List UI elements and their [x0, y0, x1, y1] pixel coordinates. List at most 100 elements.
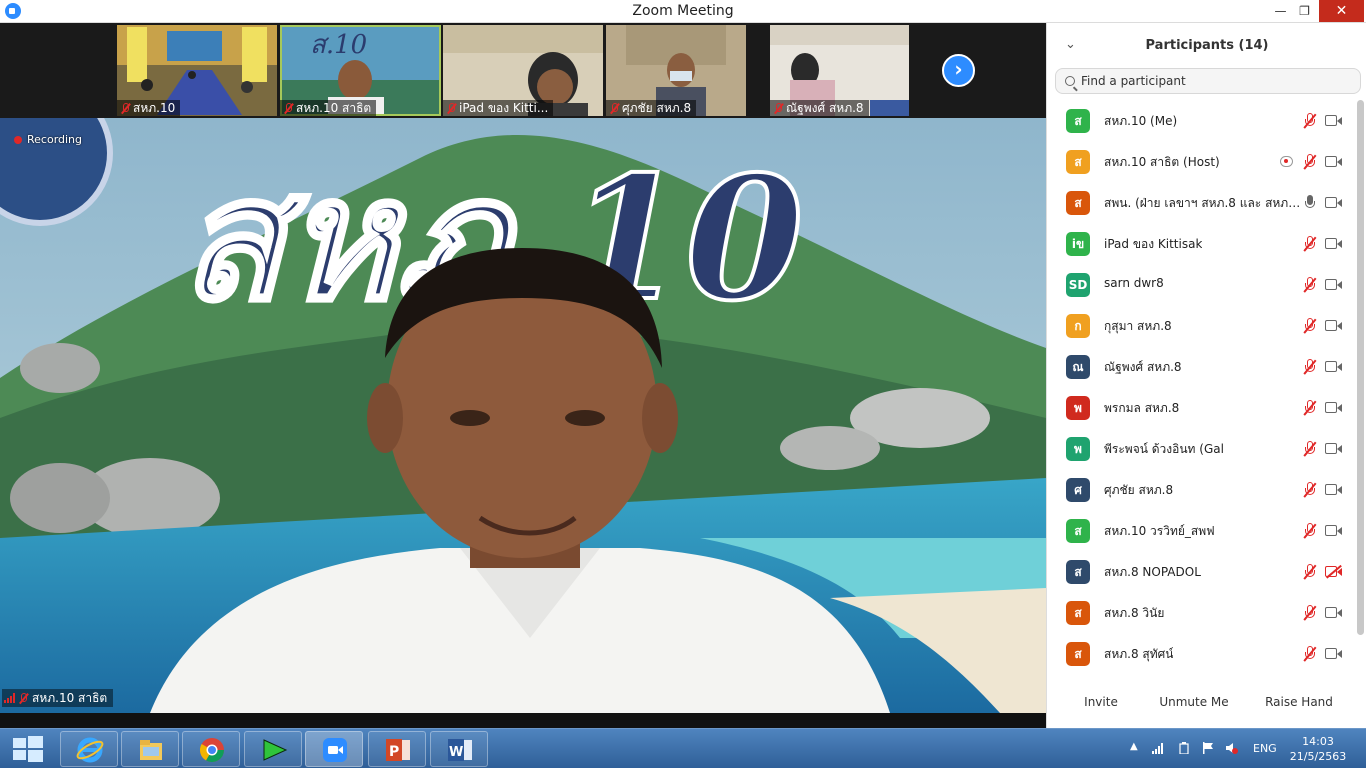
muted-mic-icon — [1303, 318, 1317, 334]
video-camera-icon — [1325, 156, 1343, 167]
taskbar-zoom[interactable] — [305, 731, 363, 767]
participant-avatar: SD — [1066, 273, 1090, 297]
battery-icon[interactable] — [1178, 742, 1190, 754]
thumbnail-name: ณัฐพงศ์ สหภ.8 — [786, 101, 864, 115]
participant-avatar: ส — [1066, 191, 1090, 215]
participant-row[interactable]: SD sarn dwr8 — [1047, 264, 1357, 305]
video-off-icon — [1325, 566, 1343, 577]
svg-text:P: P — [389, 744, 399, 760]
video-camera-icon — [1325, 402, 1343, 413]
taskbar-file-explorer[interactable] — [121, 731, 179, 767]
network-signal-icon[interactable] — [1152, 742, 1164, 754]
video-camera-icon — [1325, 197, 1343, 208]
windows-logo-icon — [13, 736, 43, 762]
participant-row[interactable]: ส สพน. (ฝ่าย เลขาฯ สหภ.8 และ สหภ.10) — [1047, 182, 1357, 223]
participant-row[interactable]: iข iPad ของ Kittisak — [1047, 223, 1357, 264]
participant-name: กุสุมา สหภ.8 — [1104, 319, 1172, 333]
muted-mic-icon — [1303, 113, 1317, 129]
raise-hand-button[interactable]: Raise Hand — [1262, 691, 1336, 713]
muted-mic-icon — [1303, 482, 1317, 498]
video-camera-icon — [1325, 115, 1343, 126]
participant-row[interactable]: ศ ศุภชัย สหภ.8 — [1047, 469, 1357, 510]
input-language[interactable]: ENG — [1253, 742, 1277, 755]
participant-name: พรกมล สหภ.8 — [1104, 401, 1180, 415]
participant-avatar: iข — [1066, 232, 1090, 256]
taskbar-chrome[interactable] — [182, 731, 240, 767]
window-title: Zoom Meeting — [632, 3, 734, 19]
participant-avatar: พ — [1066, 437, 1090, 461]
thumbnail-name: ศุภชัย สหภ.8 — [622, 101, 692, 115]
action-center-flag-icon[interactable] — [1202, 742, 1214, 754]
video-camera-icon — [1325, 320, 1343, 331]
media-player-icon — [263, 739, 288, 761]
participant-row[interactable]: พ พรกมล สหภ.8 — [1047, 387, 1357, 428]
participant-list-scrollbar[interactable] — [1357, 100, 1364, 635]
participant-name: sarn dwr8 — [1104, 276, 1164, 290]
participants-title: Participants (14) — [1145, 38, 1269, 53]
recording-indicator: Recording — [14, 133, 82, 146]
muted-mic-icon — [1303, 236, 1317, 252]
svg-text:ส.10: ส.10 — [310, 30, 367, 60]
thumbnail-name: iPad ของ Kitti... — [459, 101, 549, 115]
taskbar-internet-explorer[interactable] — [60, 731, 118, 767]
muted-mic-icon — [1303, 646, 1317, 662]
video-camera-icon — [1325, 484, 1343, 495]
participant-row[interactable]: ส สหภ.8 NOPADOL — [1047, 551, 1357, 592]
unmute-me-button[interactable]: Unmute Me — [1155, 691, 1233, 713]
participant-row[interactable]: ส สหภ.8 วินัย — [1047, 592, 1357, 633]
participant-avatar: ศ — [1066, 478, 1090, 502]
start-button[interactable] — [6, 733, 50, 765]
muted-mic-icon — [610, 102, 619, 114]
participant-row[interactable]: ส สหภ.8 สุทัศน์ — [1047, 633, 1357, 674]
video-thumbnail[interactable]: ณัฐพงศ์ สหภ.8 — [770, 25, 909, 116]
participant-name: สหภ.8 NOPADOL — [1104, 565, 1201, 579]
taskbar-powerpoint[interactable]: P — [368, 731, 426, 767]
participant-name: พีระพจน์ ด้วงอินท (Gal — [1104, 442, 1224, 456]
video-camera-icon — [1325, 607, 1343, 618]
video-thumbnail-active[interactable]: ส.10 สหภ.10 สาธิต — [280, 25, 441, 116]
panel-header: ⌄ Participants (14) — [1047, 23, 1366, 67]
video-thumbnail[interactable]: ศุภชัย สหภ.8 — [606, 25, 746, 116]
muted-mic-icon — [1303, 605, 1317, 621]
participant-name: สหภ.8 สุทัศน์ — [1104, 647, 1174, 661]
muted-mic-icon — [121, 102, 130, 114]
participant-row[interactable]: ณ ณัฐพงศ์ สหภ.8 — [1047, 346, 1357, 387]
participant-row[interactable]: ก กุสุมา สหภ.8 — [1047, 305, 1357, 346]
participant-avatar: ส — [1066, 601, 1090, 625]
recording-icon — [1280, 156, 1293, 167]
speaker-name: สหภ.10 สาธิต — [32, 690, 108, 705]
participant-search[interactable] — [1055, 68, 1361, 94]
next-page-arrow-icon[interactable]: › — [942, 54, 975, 87]
video-thumbnail[interactable]: สหภ.10 — [117, 25, 277, 116]
participant-row[interactable]: ส สหภ.10 วรวิทย์_สพฟ — [1047, 510, 1357, 551]
mic-icon — [1303, 195, 1317, 211]
taskbar-media-player[interactable] — [244, 731, 302, 767]
participant-avatar: ณ — [1066, 355, 1090, 379]
maximize-button[interactable]: ❐ — [1290, 0, 1319, 22]
close-button[interactable]: ✕ — [1319, 0, 1364, 22]
taskbar-word[interactable]: W — [430, 731, 488, 767]
video-area: สหภ.10 ส.10 สหภ.10 สาธิต iPad ของ Kitti.… — [0, 23, 1046, 728]
show-hidden-icons-icon[interactable]: ▲ — [1130, 741, 1138, 752]
volume-muted-icon[interactable] — [1226, 742, 1238, 754]
system-clock[interactable]: 14:03 21/5/2563 — [1278, 734, 1358, 764]
thumbnail-name: สหภ.10 สาธิต — [296, 101, 372, 115]
video-camera-icon — [1325, 525, 1343, 536]
muted-mic-icon — [1303, 277, 1317, 293]
invite-button[interactable]: Invite — [1077, 691, 1125, 713]
connection-signal-icon — [4, 693, 15, 703]
search-input[interactable] — [1081, 74, 1341, 88]
speaker-video-feed: สหภ.10 — [0, 118, 1046, 713]
participant-avatar: ส — [1066, 150, 1090, 174]
participant-list: สสหภ.10 (Me) สสหภ.10 สาธิต (Host) สสพน. (ฝ… — [1047, 100, 1357, 680]
participant-row[interactable]: ส สหภ.10 สาธิต (Host) — [1047, 141, 1357, 182]
participant-avatar: ส — [1066, 109, 1090, 133]
participant-name: ณัฐพงศ์ สหภ.8 — [1104, 360, 1182, 374]
video-camera-icon — [1325, 238, 1343, 249]
participant-row[interactable]: ส สหภ.10 (Me) — [1047, 100, 1357, 141]
speaker-name-label: สหภ.10 สาธิต — [2, 689, 114, 707]
participant-row[interactable]: พ พีระพจน์ ด้วงอินท (Gal — [1047, 428, 1357, 469]
participant-avatar: ก — [1066, 314, 1090, 338]
participant-avatar: ส — [1066, 519, 1090, 543]
video-thumbnail[interactable]: iPad ของ Kitti... — [443, 25, 603, 116]
